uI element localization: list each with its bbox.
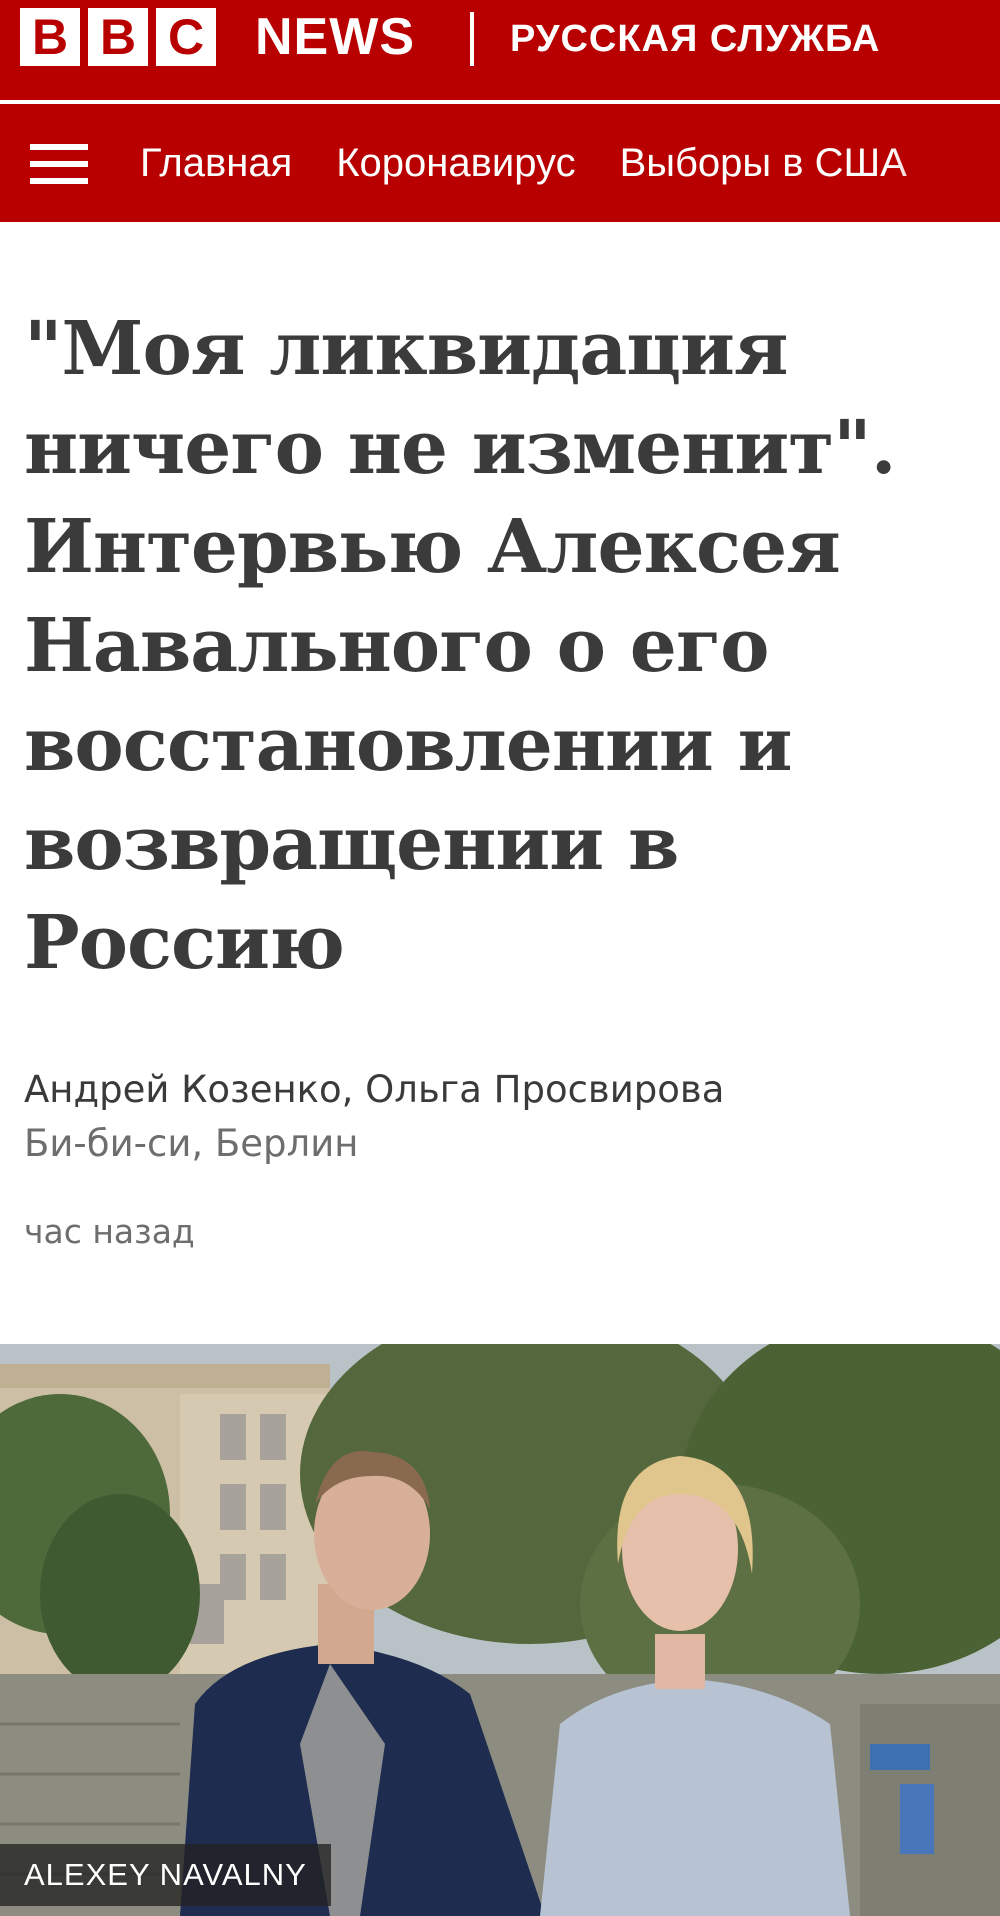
- main-nav: Главная Коронавирус Выборы в США: [0, 104, 1000, 222]
- bbc-logo-letter-b2: B: [88, 8, 148, 66]
- photo-caption: ALEXEY NAVALNY: [0, 1844, 331, 1906]
- nav-fade: [890, 104, 1000, 222]
- nav-items: Главная Коронавирус Выборы в США: [140, 104, 1000, 222]
- nav-item-us-elections[interactable]: Выборы в США: [620, 141, 907, 186]
- bbc-logo[interactable]: B B C: [20, 8, 224, 66]
- lead-photo: ALEXEY NAVALNY: [0, 1344, 1000, 1916]
- news-label[interactable]: NEWS: [255, 4, 415, 70]
- byline-role: Би-би-си, Берлин: [24, 1122, 359, 1165]
- service-label[interactable]: РУССКАЯ СЛУЖБА: [510, 12, 880, 66]
- masthead-divider: [470, 12, 474, 66]
- nav-item-home[interactable]: Главная: [140, 141, 292, 186]
- byline-authors: Андрей Козенко, Ольга Просвирова: [24, 1068, 725, 1111]
- bbc-logo-letter-c: C: [156, 8, 216, 66]
- bbc-logo-letter-b1: B: [20, 8, 80, 66]
- nav-item-coronavirus[interactable]: Коронавирус: [336, 141, 575, 186]
- article-headline: "Моя ликвидация ничего не изменит". Инте…: [24, 306, 896, 986]
- hamburger-menu-icon[interactable]: [30, 142, 90, 186]
- masthead: B B C NEWS РУССКАЯ СЛУЖБА: [0, 0, 1000, 100]
- article-timestamp: час назад: [24, 1212, 195, 1251]
